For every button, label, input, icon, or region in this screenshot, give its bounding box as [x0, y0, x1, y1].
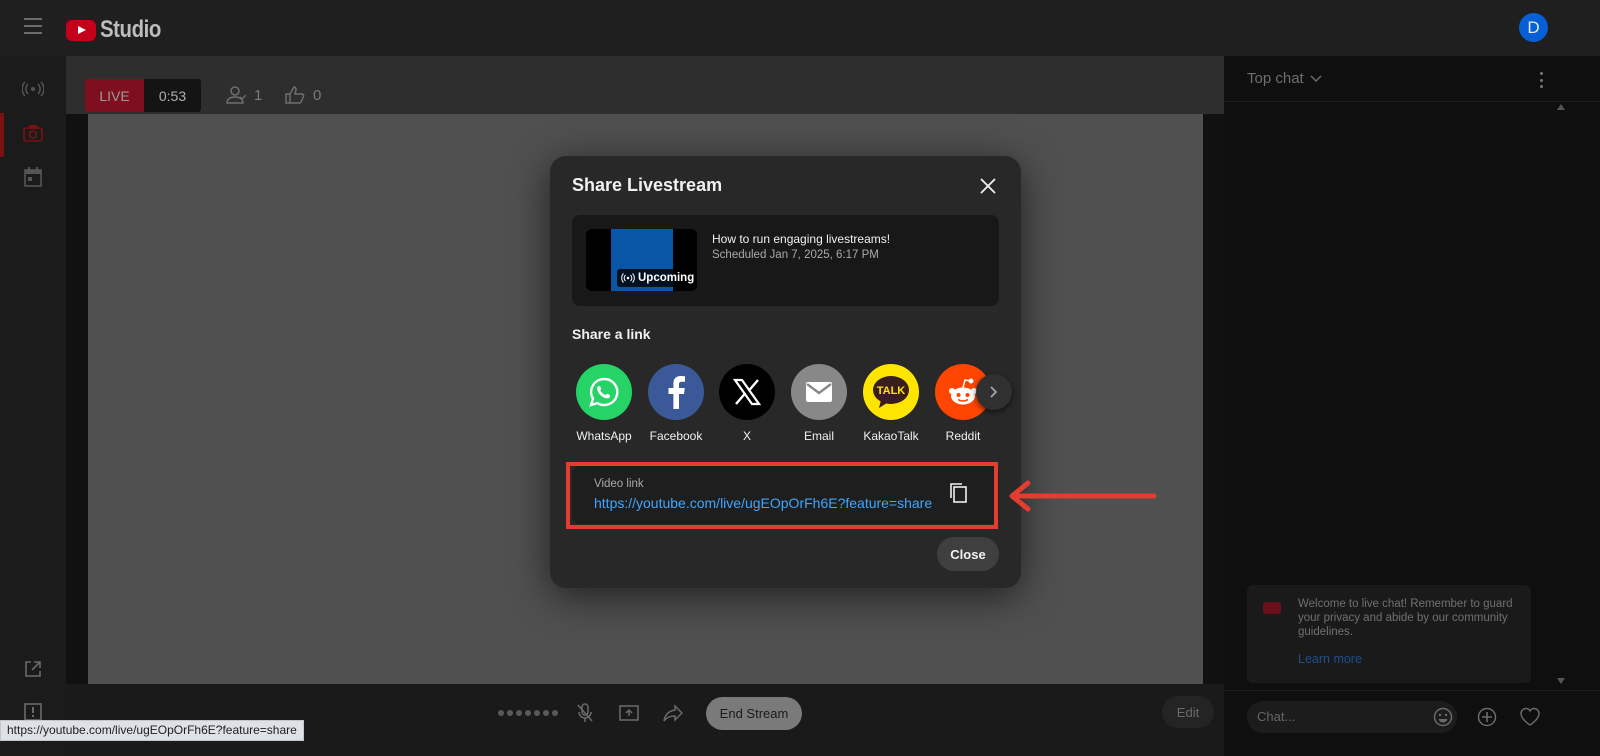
- whatsapp-icon: [576, 364, 632, 420]
- scroll-up-arrow[interactable]: [1557, 104, 1565, 110]
- stream-stats-bar: [66, 56, 1224, 114]
- email-icon: [791, 364, 847, 420]
- upcoming-badge: Upcoming: [617, 269, 697, 287]
- viewers-stat: 1: [226, 86, 262, 104]
- live-elapsed-time: 0:53: [144, 79, 201, 112]
- share-email-label: Email: [803, 429, 834, 443]
- edit-button[interactable]: Edit: [1162, 696, 1214, 728]
- video-scheduled: Scheduled Jan 7, 2025, 6:17 PM: [712, 249, 879, 261]
- facebook-icon: [648, 364, 704, 420]
- nav-active-indicator: [0, 113, 4, 157]
- chat-input[interactable]: Chat...: [1247, 701, 1457, 733]
- share-whatsapp[interactable]: WhatsApp: [569, 364, 639, 443]
- close-button[interactable]: Close: [937, 537, 999, 571]
- menu-icon[interactable]: [24, 18, 42, 34]
- welcome-text: Welcome to live chat! Remember to guard …: [1298, 598, 1513, 638]
- thumbs-up-icon: [285, 86, 305, 104]
- chat-welcome-message: Welcome to live chat! Remember to guard …: [1247, 585, 1531, 683]
- share-whatsapp-label: WhatsApp: [576, 429, 632, 443]
- broadcast-icon[interactable]: [22, 78, 44, 100]
- share-kakaotalk-label: KakaoTalk: [863, 429, 919, 443]
- chevron-down-icon: [1310, 75, 1322, 82]
- share-facebook-label: Facebook: [649, 429, 703, 443]
- video-thumbnail: Upcoming: [586, 229, 697, 291]
- more-options-icon[interactable]: [1540, 72, 1544, 88]
- annotation-arrow: [1009, 480, 1157, 512]
- x-icon: [719, 364, 775, 420]
- close-icon[interactable]: [978, 176, 998, 196]
- end-stream-button[interactable]: End Stream: [706, 697, 802, 730]
- share-kakaotalk[interactable]: TALK KakaoTalk: [856, 364, 926, 443]
- heart-icon[interactable]: [1519, 706, 1541, 728]
- live-badge: LIVE: [85, 79, 144, 112]
- svg-text:TALK: TALK: [877, 385, 906, 397]
- chat-header: Top chat: [1224, 56, 1600, 102]
- connection-indicator: [498, 710, 558, 716]
- external-link-icon[interactable]: [22, 658, 44, 680]
- learn-more-link[interactable]: Learn more: [1298, 652, 1362, 666]
- share-email[interactable]: Email: [784, 364, 854, 443]
- studio-logo[interactable]: Studio: [66, 16, 172, 44]
- viewers-count: 1: [254, 86, 263, 104]
- broadcast-icon: [621, 273, 635, 283]
- youtube-logo-icon: [66, 19, 96, 41]
- share-next-button[interactable]: [976, 374, 1012, 410]
- share-reddit-label: Reddit: [945, 429, 981, 443]
- camera-icon[interactable]: [22, 122, 44, 144]
- kakaotalk-icon: TALK: [863, 364, 919, 420]
- present-screen-icon[interactable]: [618, 702, 640, 724]
- calendar-icon[interactable]: [22, 166, 44, 188]
- add-icon[interactable]: [1476, 706, 1498, 728]
- share-x[interactable]: X: [712, 364, 782, 443]
- chat-mode-dropdown[interactable]: Top chat: [1247, 70, 1322, 87]
- scroll-down-arrow[interactable]: [1557, 678, 1565, 684]
- annotation-highlight-box: [566, 462, 998, 529]
- chevron-right-icon: [990, 386, 998, 398]
- youtube-icon: [1263, 602, 1281, 614]
- mic-off-icon[interactable]: [574, 702, 596, 724]
- upcoming-label: Upcoming: [638, 272, 695, 284]
- top-bar: [0, 0, 1600, 56]
- share-link-heading: Share a link: [572, 326, 651, 342]
- dialog-title: Share Livestream: [572, 175, 723, 195]
- likes-count: 0: [313, 86, 322, 104]
- chat-title: Top chat: [1247, 70, 1304, 87]
- logo-text: Studio: [100, 16, 161, 43]
- share-facebook[interactable]: Facebook: [641, 364, 711, 443]
- avatar[interactable]: D: [1519, 13, 1548, 42]
- viewers-icon: [226, 86, 246, 104]
- video-card: Upcoming How to run engaging livestreams…: [572, 215, 999, 306]
- video-title: How to run engaging livestreams!: [712, 232, 891, 246]
- likes-stat: 0: [285, 86, 321, 104]
- browser-status-url: https://youtube.com/live/ugEOpOrFh6E?fea…: [0, 720, 304, 741]
- share-icon[interactable]: [662, 702, 684, 724]
- chat-input-row: Chat...: [1224, 690, 1600, 756]
- share-x-label: X: [742, 429, 751, 443]
- left-nav: [0, 56, 66, 756]
- emoji-icon[interactable]: [1432, 706, 1454, 728]
